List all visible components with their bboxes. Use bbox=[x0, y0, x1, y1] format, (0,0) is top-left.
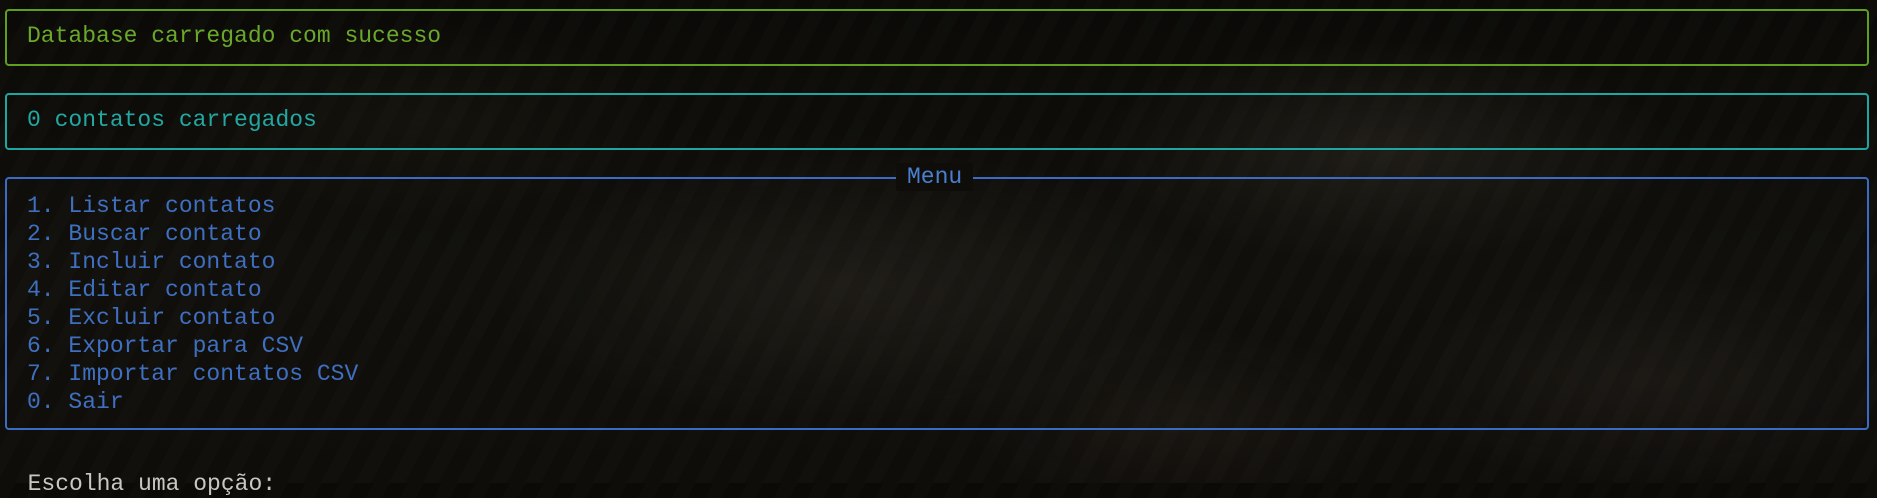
contacts-count-message: 0 contatos carregados bbox=[27, 107, 317, 133]
menu-item-incluir-contato: 3. Incluir contato bbox=[27, 249, 276, 275]
menu-item-exportar-csv: 6. Exportar para CSV bbox=[27, 333, 304, 359]
menu-item-importar-csv: 7. Importar contatos CSV bbox=[27, 361, 359, 387]
menu-item-sair: 0. Sair bbox=[27, 389, 124, 415]
contacts-count-panel: 0 contatos carregados bbox=[5, 93, 1869, 150]
menu-list: 1. Listar contatos 2. Buscar contato 3. … bbox=[27, 192, 358, 416]
menu-item-listar-contatos: 1. Listar contatos bbox=[27, 193, 276, 219]
status-panel: Database carregado com sucesso bbox=[5, 9, 1869, 66]
menu-item-buscar-contato: 2. Buscar contato bbox=[27, 221, 262, 247]
menu-item-excluir-contato: 5. Excluir contato bbox=[27, 305, 276, 331]
status-message: Database carregado com sucesso bbox=[27, 23, 442, 49]
menu-item-editar-contato: 4. Editar contato bbox=[27, 277, 262, 303]
menu-panel: Menu 1. Listar contatos 2. Buscar contat… bbox=[5, 163, 1869, 430]
option-prompt[interactable]: Escolha uma opção: bbox=[0, 442, 289, 498]
prompt-label: Escolha uma opção: bbox=[27, 471, 277, 497]
menu-title: Menu bbox=[896, 163, 974, 191]
input-cursor[interactable] bbox=[276, 471, 289, 495]
